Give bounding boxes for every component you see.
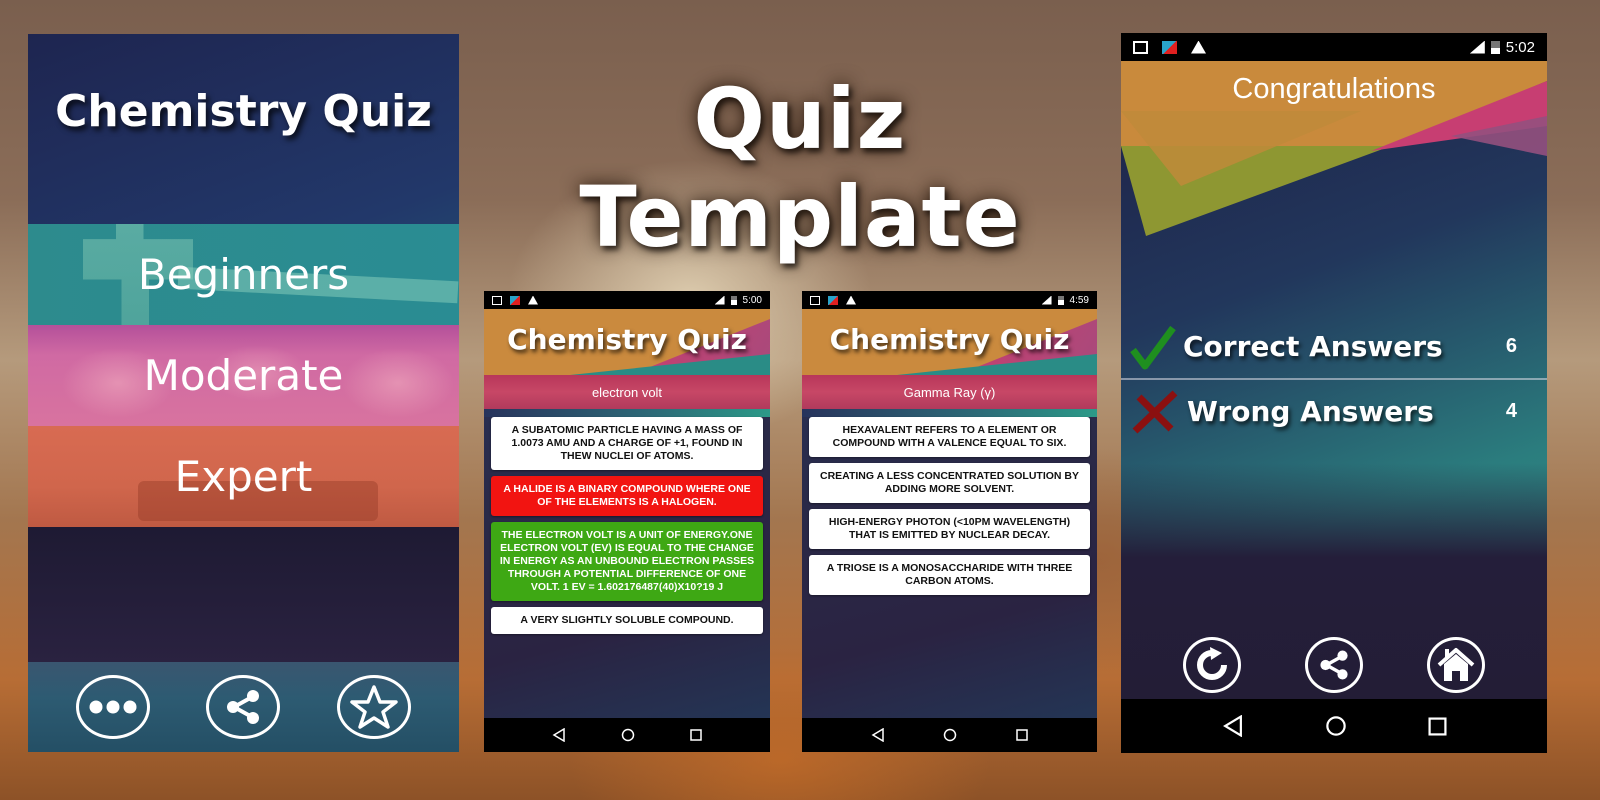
back-icon[interactable] <box>871 728 885 742</box>
back-icon[interactable] <box>1222 715 1244 737</box>
result-actions <box>1121 631 1547 699</box>
warning-icon <box>1191 40 1206 54</box>
more-button[interactable] <box>76 675 151 739</box>
app-icon <box>510 295 520 305</box>
share-icon <box>227 690 260 724</box>
signal-icon <box>714 295 725 305</box>
question-text: electron volt <box>484 375 770 409</box>
app-title: Chemistry Quiz <box>55 86 432 137</box>
answer-option[interactable]: CREATING A LESS CONCENTRATED SOLUTION BY… <box>809 463 1090 503</box>
answer-list: A SUBATOMIC PARTICLE HAVING A MASS OF 1.… <box>484 417 770 634</box>
answer-list: HEXAVALENT REFERS TO A ELEMENT OR COMPOU… <box>802 417 1097 595</box>
quiz-header: Chemistry Quiz <box>484 309 770 375</box>
quiz-screen-2: 4:59 Chemistry Quiz Gamma Ray (γ) HEXAVA… <box>802 291 1097 752</box>
status-bar: 5:02 <box>1121 33 1547 61</box>
home-nav-icon[interactable] <box>943 728 957 742</box>
level-label: Beginners <box>137 250 350 299</box>
warning-icon <box>528 295 538 305</box>
nav-bar <box>802 718 1097 752</box>
level-moderate-button[interactable]: Moderate <box>28 325 459 426</box>
level-expert-button[interactable]: Expert <box>28 426 459 527</box>
image-icon <box>1133 40 1148 54</box>
quiz-title: Chemistry Quiz <box>507 323 747 356</box>
battery-icon <box>1490 40 1500 54</box>
row-divider <box>1121 378 1547 380</box>
wrong-answers-label: Wrong Answers <box>1187 394 1434 428</box>
answer-option-correct[interactable]: THE ELECTRON VOLT IS A UNIT OF ENERGY.ON… <box>491 522 763 601</box>
warning-icon <box>846 295 856 305</box>
image-icon <box>492 295 502 305</box>
checkmark-icon <box>1130 325 1176 370</box>
result-title: Congratulations <box>1232 73 1436 105</box>
level-label: Expert <box>174 452 313 501</box>
nav-bar <box>1121 699 1547 753</box>
app-icon <box>1162 40 1177 54</box>
divider-strip <box>802 409 1097 417</box>
result-screen: 5:02 Congratulations Correct Answers 6 W… <box>1121 33 1547 753</box>
correct-answers-row: Correct Answers 6 <box>1121 316 1547 376</box>
recents-icon[interactable] <box>1427 716 1447 736</box>
home-nav-icon[interactable] <box>621 728 635 742</box>
headline-title: Quiz Template <box>579 70 1021 266</box>
divider-strip <box>484 409 770 417</box>
menu-footer <box>28 662 459 752</box>
wrong-answers-row: Wrong Answers 4 <box>1121 381 1547 441</box>
answer-option[interactable]: HIGH-ENERGY PHOTON (<10PM WAVELENGTH) TH… <box>809 509 1090 549</box>
share-button[interactable] <box>1305 637 1363 693</box>
rate-button[interactable] <box>336 675 411 739</box>
share-button[interactable] <box>206 675 281 739</box>
recents-icon[interactable] <box>1016 729 1028 741</box>
star-icon <box>350 685 398 729</box>
correct-answers-label: Correct Answers <box>1183 329 1443 363</box>
image-icon <box>810 295 820 305</box>
quiz-screen-1: 5:00 Chemistry Quiz electron volt A SUBA… <box>484 291 770 752</box>
menu-header: Chemistry Quiz <box>28 34 459 224</box>
battery-icon <box>730 295 737 305</box>
home-icon <box>1437 648 1475 681</box>
home-nav-icon[interactable] <box>1325 715 1347 737</box>
correct-answers-count: 6 <box>1505 334 1517 357</box>
status-time: 4:59 <box>1069 294 1089 306</box>
status-time: 5:02 <box>1505 38 1535 56</box>
signal-icon <box>1041 295 1052 305</box>
answer-option[interactable]: A TRIOSE IS A MONOSACCHARIDE WITH THREE … <box>809 555 1090 595</box>
battery-icon <box>1057 295 1064 305</box>
answer-option[interactable]: A SUBATOMIC PARTICLE HAVING A MASS OF 1.… <box>491 417 763 470</box>
quiz-header: Chemistry Quiz <box>802 309 1097 375</box>
app-icon <box>828 295 838 305</box>
nav-bar <box>484 718 770 752</box>
back-icon[interactable] <box>552 728 566 742</box>
level-label: Moderate <box>143 351 344 400</box>
recents-icon[interactable] <box>690 729 703 741</box>
status-time: 5:00 <box>742 294 762 306</box>
quiz-title: Chemistry Quiz <box>829 323 1070 356</box>
cross-icon <box>1132 390 1178 434</box>
home-button[interactable] <box>1427 637 1485 693</box>
menu-screen: Chemistry Quiz Beginners Moderate Expert <box>28 34 459 752</box>
status-bar: 4:59 <box>802 291 1097 309</box>
share-icon <box>1320 650 1348 680</box>
replay-icon <box>1197 647 1227 680</box>
more-dots-icon <box>89 700 137 714</box>
signal-icon <box>1469 40 1485 54</box>
wrong-answers-count: 4 <box>1505 399 1517 422</box>
level-beginners-button[interactable]: Beginners <box>28 224 459 325</box>
menu-spacer <box>28 527 459 664</box>
answer-option[interactable]: HEXAVALENT REFERS TO A ELEMENT OR COMPOU… <box>809 417 1090 457</box>
retry-button[interactable] <box>1183 637 1241 693</box>
answer-option-wrong[interactable]: A HALIDE IS A BINARY COMPOUND WHERE ONE … <box>491 476 763 516</box>
answer-option[interactable]: A VERY SLIGHTLY SOLUBLE COMPOUND. <box>491 607 763 634</box>
question-text: Gamma Ray (γ) <box>802 375 1097 409</box>
status-bar: 5:00 <box>484 291 770 309</box>
